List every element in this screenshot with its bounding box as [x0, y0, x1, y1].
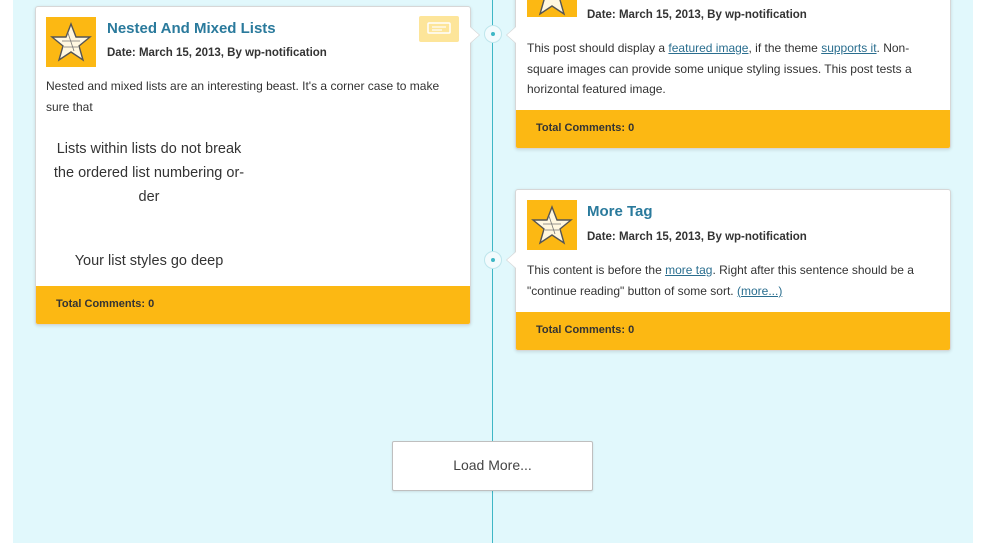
- list-item: Lists within lists do not break the orde…: [53, 141, 245, 181]
- post-footer: Total Comments: 0: [36, 286, 470, 324]
- comment-count: Total Comments: 0: [536, 324, 635, 336]
- list-item: der: [138, 189, 160, 205]
- chat-bubble-icon: [427, 22, 451, 34]
- post-card-nested-lists: Nested And Mixed Lists Date: March 15, 2…: [35, 6, 479, 325]
- post-format-badge: [419, 16, 459, 42]
- post-card-more-tag: More Tag Date: March 15, 2013, By wp-not…: [507, 189, 951, 351]
- supports-it-link[interactable]: supports it: [821, 41, 876, 55]
- excerpt-text: This post should display a: [527, 41, 669, 55]
- author-avatar: [527, 200, 577, 250]
- load-more-button[interactable]: Load More...: [392, 441, 593, 491]
- card-pointer: [470, 27, 479, 43]
- author-avatar: [527, 0, 577, 17]
- excerpt-text: , if the theme: [748, 41, 822, 55]
- list-item: Your list styles go deep: [74, 253, 224, 269]
- author-avatar: [46, 17, 96, 67]
- post-meta: Date: March 15, 2013, By wp-notification: [107, 47, 327, 59]
- star-avatar-icon: [531, 205, 573, 245]
- post-title[interactable]: Nested And Mixed Lists: [107, 20, 276, 37]
- comment-count: Total Comments: 0: [56, 298, 155, 310]
- timeline-dot-icon: [484, 25, 502, 43]
- more-tag-link[interactable]: more tag: [665, 263, 712, 277]
- star-avatar-icon: [538, 0, 566, 16]
- excerpt-text: This content is before the: [527, 263, 666, 277]
- post-excerpt: This post should display a featured imag…: [527, 38, 937, 100]
- post-card-featured-image: Date: March 15, 2013, By wp-notification…: [507, 0, 951, 149]
- timeline-dot-icon: [484, 251, 502, 269]
- post-excerpt: This content is before the more tag. Rig…: [527, 260, 942, 301]
- post-title[interactable]: More Tag: [587, 203, 653, 220]
- featured-image-link[interactable]: featured image: [668, 41, 748, 55]
- post-meta: Date: March 15, 2013, By wp-notification: [587, 231, 807, 243]
- post-excerpt: Nested and mixed lists are an interestin…: [46, 79, 440, 114]
- post-footer: Total Comments: 0: [516, 312, 950, 350]
- read-more-link[interactable]: (more...): [737, 284, 782, 298]
- card-pointer: [507, 27, 516, 43]
- post-footer: Total Comments: 0: [516, 110, 950, 148]
- post-meta: Date: March 15, 2013, By wp-notification: [587, 9, 807, 21]
- comment-count: Total Comments: 0: [536, 122, 635, 134]
- card-pointer: [507, 252, 516, 268]
- star-avatar-icon: [50, 22, 92, 62]
